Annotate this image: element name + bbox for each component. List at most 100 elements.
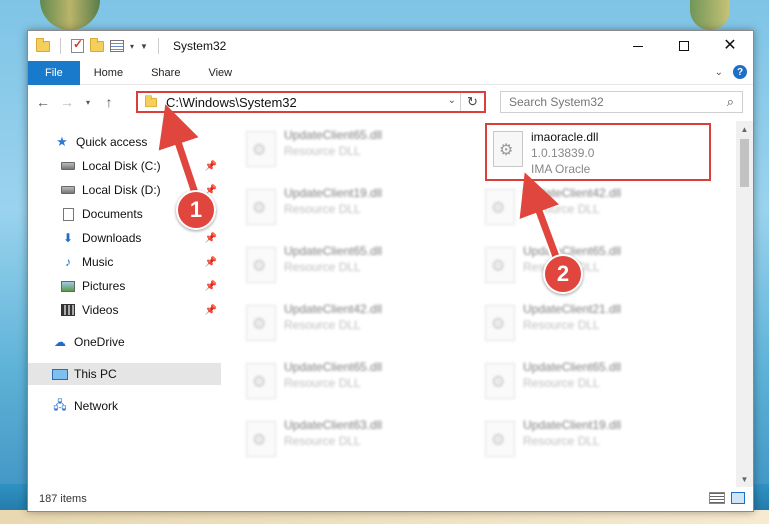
new-folder-icon[interactable] (90, 37, 104, 52)
file-item[interactable]: UpdateClient65.dllResource DLL (246, 127, 466, 181)
dll-file-icon (246, 189, 276, 225)
folder-icon (36, 37, 50, 52)
tab-share[interactable]: Share (137, 61, 194, 85)
ribbon-tabs: File Home Share View ⌄ ? (28, 60, 753, 85)
details-view-icon[interactable] (709, 492, 725, 504)
sidebar-item-network[interactable]: 🖧 Network (28, 395, 221, 417)
file-type: Resource DLL (523, 318, 600, 332)
sidebar-item-onedrive[interactable]: ☁ OneDrive (28, 331, 221, 353)
file-item[interactable]: UpdateClient19.dll Resource DLL (485, 417, 705, 471)
maximize-icon (679, 41, 689, 51)
file-type: Resource DLL (523, 202, 600, 216)
item-count: 187 items (39, 493, 87, 505)
file-item[interactable]: UpdateClient65.dllResource DLL (246, 359, 466, 413)
close-button[interactable]: ✕ (707, 31, 753, 61)
desktop-palm-decoration (690, 0, 730, 30)
qat-dropdown-icon[interactable]: ▼ (140, 42, 148, 51)
close-icon: ✕ (723, 37, 737, 54)
desktop-sand-background (0, 510, 769, 524)
search-input[interactable] (501, 95, 706, 109)
view-toggle (709, 492, 745, 504)
scroll-up-icon[interactable]: ▲ (736, 121, 753, 137)
address-dropdown-icon[interactable]: ⌄ (448, 95, 456, 106)
step-2-badge: 2 (543, 254, 583, 294)
minimize-button[interactable] (615, 31, 661, 61)
window-controls: ✕ (615, 31, 753, 61)
sidebar-item-pictures[interactable]: Pictures 📌 (28, 275, 221, 297)
search-icon[interactable]: ⌕ (727, 94, 734, 110)
recent-locations-chevron-icon[interactable]: ▾ (82, 98, 94, 107)
scroll-down-icon[interactable]: ▼ (736, 471, 753, 487)
scroll-thumb[interactable] (740, 139, 749, 187)
file-name: imaoracle.dll (531, 130, 599, 144)
file-name: UpdateClient65.dll (523, 360, 622, 374)
file-item[interactable]: UpdateClient21.dll Resource DLL (485, 301, 705, 355)
sidebar-item-quick-access[interactable]: ★ Quick access (28, 131, 221, 153)
sidebar-item-label: OneDrive (74, 335, 125, 349)
file-item-imaoracle-dll[interactable]: imaoracle.dll 1.0.13839.0 IMA Oracle (485, 123, 711, 181)
file-name: UpdateClient65.dll (284, 360, 383, 374)
tab-home[interactable]: Home (80, 61, 137, 85)
up-arrow-icon[interactable]: ↑ (100, 94, 118, 110)
refresh-icon[interactable]: ↻ (460, 93, 484, 111)
file-item[interactable]: UpdateClient65.dllResource DLL (246, 243, 466, 297)
sidebar-item-label: Local Disk (C:) (82, 159, 161, 173)
dll-file-icon (246, 247, 276, 283)
sidebar-item-local-disk-c[interactable]: Local Disk (C:) 📌 (28, 155, 221, 177)
file-type: Resource DLL (284, 260, 361, 274)
search-box[interactable]: ⌕ (500, 91, 743, 113)
download-icon: ⬇ (62, 231, 74, 245)
dll-file-icon (246, 131, 276, 167)
file-company: IMA Oracle (531, 162, 591, 176)
maximize-button[interactable] (661, 31, 707, 61)
properties-check-icon[interactable] (71, 37, 84, 53)
expand-ribbon-icon[interactable]: ⌄ (715, 67, 723, 78)
dll-file-icon (485, 247, 515, 283)
file-type: Resource DLL (523, 376, 600, 390)
file-item[interactable]: UpdateClient65.dllResource DLL (485, 243, 705, 297)
dll-file-icon (485, 363, 515, 399)
sidebar-item-label: This PC (74, 367, 117, 381)
help-icon[interactable]: ? (733, 65, 747, 79)
sidebar-item-label: Downloads (82, 231, 142, 245)
address-path[interactable]: C:\Windows\System32 (166, 95, 297, 110)
file-item[interactable]: UpdateClient42.dll Resource DLL (485, 185, 705, 239)
address-bar[interactable]: C:\Windows\System32 ⌄ ↻ (136, 91, 486, 113)
file-item[interactable]: UpdateClient65.dll Resource DLL (485, 359, 705, 413)
desktop-palm-decoration (40, 0, 100, 30)
file-name: UpdateClient63.dll (284, 418, 383, 432)
drive-icon (60, 159, 76, 173)
music-icon: ♪ (65, 255, 71, 269)
title-bar: ▾ ▼ System32 ✕ (28, 31, 753, 61)
star-icon: ★ (56, 134, 68, 149)
folder-icon (145, 94, 157, 107)
minimize-icon (633, 45, 643, 47)
toolbar-divider (60, 38, 61, 54)
back-arrow-icon[interactable]: ← (34, 94, 52, 110)
file-item[interactable]: UpdateClient42.dll Resource DLL (246, 301, 466, 355)
tab-file[interactable]: File (28, 60, 80, 85)
quick-access-toolbar: ▾ ▼ System32 (28, 31, 226, 61)
documents-icon (60, 207, 76, 221)
file-type: Resource DLL (523, 434, 600, 448)
chevron-down-icon[interactable]: ▾ (130, 42, 134, 51)
vertical-scrollbar[interactable]: ▲ ▼ (736, 121, 753, 487)
file-item[interactable]: UpdateClient19.dll Resource DLL (246, 185, 466, 239)
sidebar-item-music[interactable]: ♪ Music 📌 (28, 251, 221, 273)
file-item[interactable]: UpdateClient63.dll Resource DLL (246, 417, 466, 471)
tab-view[interactable]: View (194, 61, 246, 85)
network-icon: 🖧 (53, 397, 67, 412)
dll-file-icon (485, 305, 515, 341)
dll-file-icon (246, 305, 276, 341)
forward-arrow-icon[interactable]: → (58, 94, 76, 110)
sidebar-item-downloads[interactable]: ⬇ Downloads 📌 (28, 227, 221, 249)
tiles-view-icon[interactable] (731, 492, 745, 504)
customize-icon[interactable] (110, 40, 124, 52)
navigation-pane: ★ Quick access Local Disk (C:) 📌 Local D… (28, 125, 221, 485)
file-name: UpdateClient19.dll (284, 186, 383, 200)
sidebar-item-videos[interactable]: Videos 📌 (28, 299, 221, 321)
sidebar-item-label: Local Disk (D:) (82, 183, 161, 197)
step-1-badge: 1 (176, 190, 216, 230)
file-name: UpdateClient65.dll (284, 128, 383, 142)
sidebar-item-this-pc[interactable]: This PC (28, 363, 221, 385)
